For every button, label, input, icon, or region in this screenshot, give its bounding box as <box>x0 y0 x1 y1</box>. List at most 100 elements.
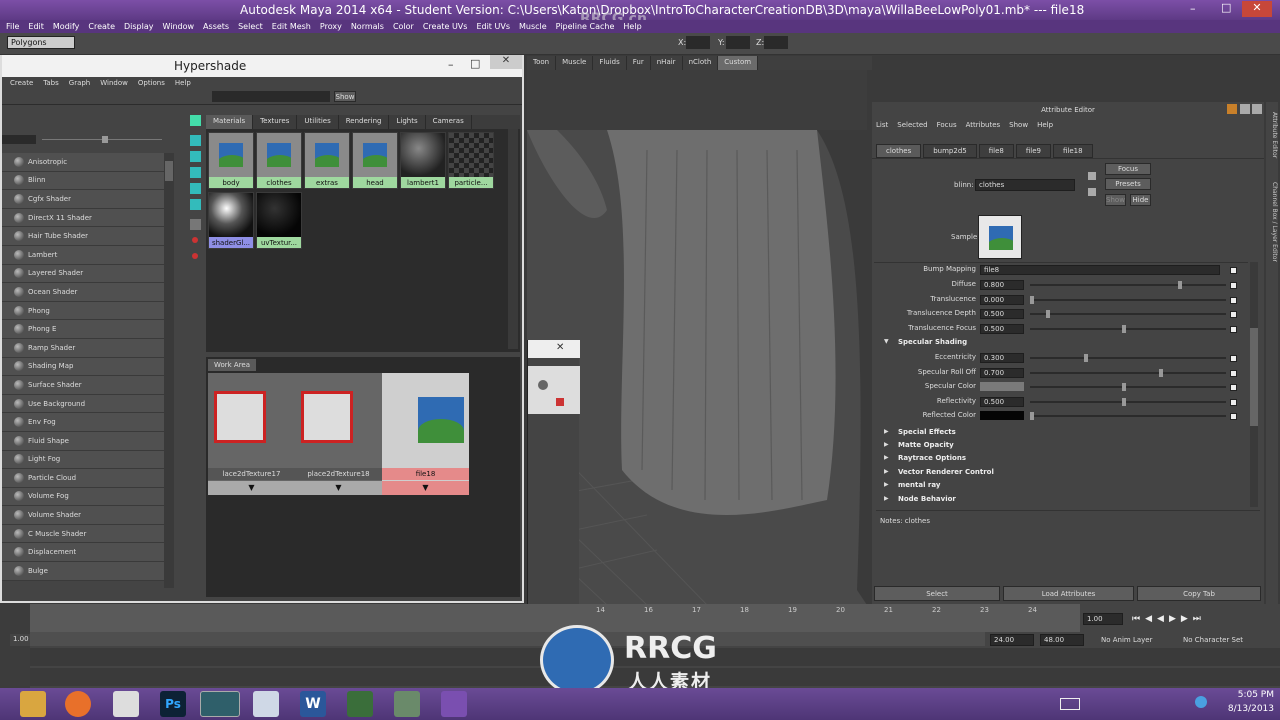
shader-list-item[interactable]: Ocean Shader <box>2 283 164 302</box>
filter-field[interactable] <box>2 135 36 144</box>
material-swatch[interactable]: uvTextur... <box>256 192 302 249</box>
node-tab[interactable]: file18 <box>1052 144 1093 158</box>
app-icon[interactable] <box>394 691 420 717</box>
section-header[interactable]: Special Effects <box>898 428 956 436</box>
presets-button[interactable]: Presets <box>1105 178 1151 190</box>
map-slot-icon[interactable] <box>1230 369 1237 377</box>
map-slot-icon[interactable] <box>1230 296 1237 304</box>
show-button[interactable]: Show <box>1105 194 1126 206</box>
shader-list-scrollbar[interactable] <box>164 153 174 588</box>
expand-icon[interactable]: ▶ <box>884 428 889 435</box>
shader-list-item[interactable]: Blinn <box>2 171 164 191</box>
slider-handle[interactable] <box>1178 281 1182 289</box>
material-swatch[interactable]: extras <box>304 132 350 189</box>
select-button[interactable]: Select <box>874 586 1000 601</box>
shader-list-item[interactable]: Hair Tube Shader <box>2 227 164 246</box>
attr-slider[interactable] <box>1030 313 1226 315</box>
shelf-tab[interactable]: nCloth <box>683 56 719 70</box>
side-tab-channel-box[interactable]: Channel Box / Layer Editor <box>1266 182 1278 292</box>
expand-icon[interactable]: ▶ <box>884 441 889 448</box>
shader-list-item[interactable]: Fluid Shape <box>2 431 164 451</box>
section-specular-shading[interactable]: Specular Shading <box>898 338 967 346</box>
expand-icon[interactable]: ▶ <box>884 454 889 461</box>
expand-icon[interactable]: ▶ <box>884 481 889 488</box>
minimize-icon[interactable]: – <box>448 58 454 71</box>
maya-icon[interactable] <box>200 691 240 717</box>
explorer-icon[interactable] <box>20 691 46 717</box>
menu-item[interactable]: List <box>876 121 888 129</box>
menu-item[interactable]: Color <box>393 22 414 31</box>
tool-icon[interactable] <box>190 219 201 230</box>
shader-list-item[interactable]: Env Fog <box>2 413 164 432</box>
load-attributes-button[interactable]: Load Attributes <box>1003 586 1134 601</box>
attr-value-field[interactable]: 0.500 <box>980 396 1024 407</box>
maximize-icon[interactable]: □ <box>470 57 480 70</box>
menu-item[interactable]: Window <box>100 79 128 87</box>
tab-lights[interactable]: Lights <box>389 115 426 129</box>
go-output-icon[interactable] <box>1088 188 1096 196</box>
playback-controls[interactable]: ⏮◀◀▶▶⏭ <box>1132 614 1206 624</box>
slider-handle[interactable] <box>1122 397 1126 406</box>
menu-item[interactable]: Create <box>88 22 115 31</box>
bump-field[interactable]: file8 <box>980 265 1220 275</box>
notes-area[interactable]: Notes: clothes <box>876 510 1260 582</box>
go-input-icon[interactable] <box>1088 172 1096 180</box>
close-icon[interactable]: ✕ <box>1242 1 1272 17</box>
attribute-scrollbar[interactable] <box>1250 262 1258 507</box>
slider-handle[interactable] <box>1122 383 1126 391</box>
attr-value-field[interactable]: 0.000 <box>980 294 1024 305</box>
menu-item[interactable]: Modify <box>53 22 80 31</box>
menu-item[interactable]: Help <box>1037 121 1053 129</box>
section-header[interactable]: mental ray <box>898 481 940 489</box>
menu-item[interactable]: Proxy <box>320 22 342 31</box>
close-icon[interactable]: ✕ <box>490 55 522 69</box>
app-icon[interactable] <box>347 691 373 717</box>
close-icon[interactable]: ✕ <box>556 342 564 353</box>
color-swatch[interactable] <box>980 382 1024 391</box>
menu-item[interactable]: Focus <box>937 121 957 129</box>
map-slot-icon[interactable] <box>1230 282 1237 289</box>
menu-item[interactable]: Assets <box>203 22 229 31</box>
anim-layer-selector[interactable]: No Anim Layer <box>1101 636 1152 644</box>
menu-item[interactable]: Show <box>1009 121 1028 129</box>
attr-slider[interactable] <box>1030 400 1226 403</box>
menu-item[interactable]: Help <box>623 22 641 31</box>
y-field[interactable] <box>726 36 750 49</box>
map-slot-icon[interactable] <box>1230 413 1237 420</box>
menu-item[interactable]: Create <box>10 79 33 87</box>
shader-list-item[interactable]: DirectX 11 Shader <box>2 208 164 228</box>
section-header[interactable]: Raytrace Options <box>898 454 966 462</box>
menu-item[interactable]: Pipeline Cache <box>556 22 615 31</box>
attr-slider[interactable] <box>1030 415 1226 417</box>
section-header[interactable]: Vector Renderer Control <box>898 468 994 476</box>
attr-value-field[interactable]: 0.500 <box>980 323 1024 334</box>
z-field[interactable] <box>764 36 788 49</box>
node-ports[interactable]: ▼ <box>208 481 295 495</box>
attr-value-field[interactable]: 0.500 <box>980 309 1024 319</box>
shader-list-item[interactable]: Bulge <box>2 562 164 581</box>
node-ports[interactable]: ▼ <box>295 481 382 495</box>
shelf-tab[interactable]: Muscle <box>556 56 594 70</box>
work-area-tab[interactable]: Work Area <box>208 359 256 371</box>
shelf-tab[interactable]: Custom <box>718 56 759 70</box>
graph-node[interactable]: file18 ▼ <box>382 373 469 495</box>
range-start-field[interactable]: 1.00 <box>10 634 30 646</box>
end-range-field[interactable]: 48.00 <box>1040 634 1084 646</box>
lock-icon[interactable] <box>1227 104 1237 114</box>
map-slot-icon[interactable] <box>1230 355 1237 362</box>
menu-item[interactable]: Tabs <box>43 79 59 87</box>
attr-slider[interactable] <box>1030 386 1226 388</box>
photoshop-icon[interactable]: Ps <box>160 691 186 717</box>
node-tab[interactable]: bump2d5 <box>923 144 977 158</box>
shelf-tab[interactable]: nHair <box>651 56 683 70</box>
menu-item[interactable]: Graph <box>69 79 90 87</box>
shader-list-item[interactable]: Volume Fog <box>2 487 164 507</box>
show-button[interactable]: Show <box>334 91 356 102</box>
menu-item[interactable]: Edit <box>28 22 44 31</box>
shelf-tab[interactable]: Toon <box>527 56 557 70</box>
menu-item[interactable]: Select <box>238 22 263 31</box>
range-slider[interactable] <box>30 632 985 646</box>
expand-icon[interactable]: ▶ <box>884 495 889 502</box>
shader-list-item[interactable]: Anisotropic <box>2 153 164 172</box>
attr-slider[interactable] <box>1030 298 1226 301</box>
